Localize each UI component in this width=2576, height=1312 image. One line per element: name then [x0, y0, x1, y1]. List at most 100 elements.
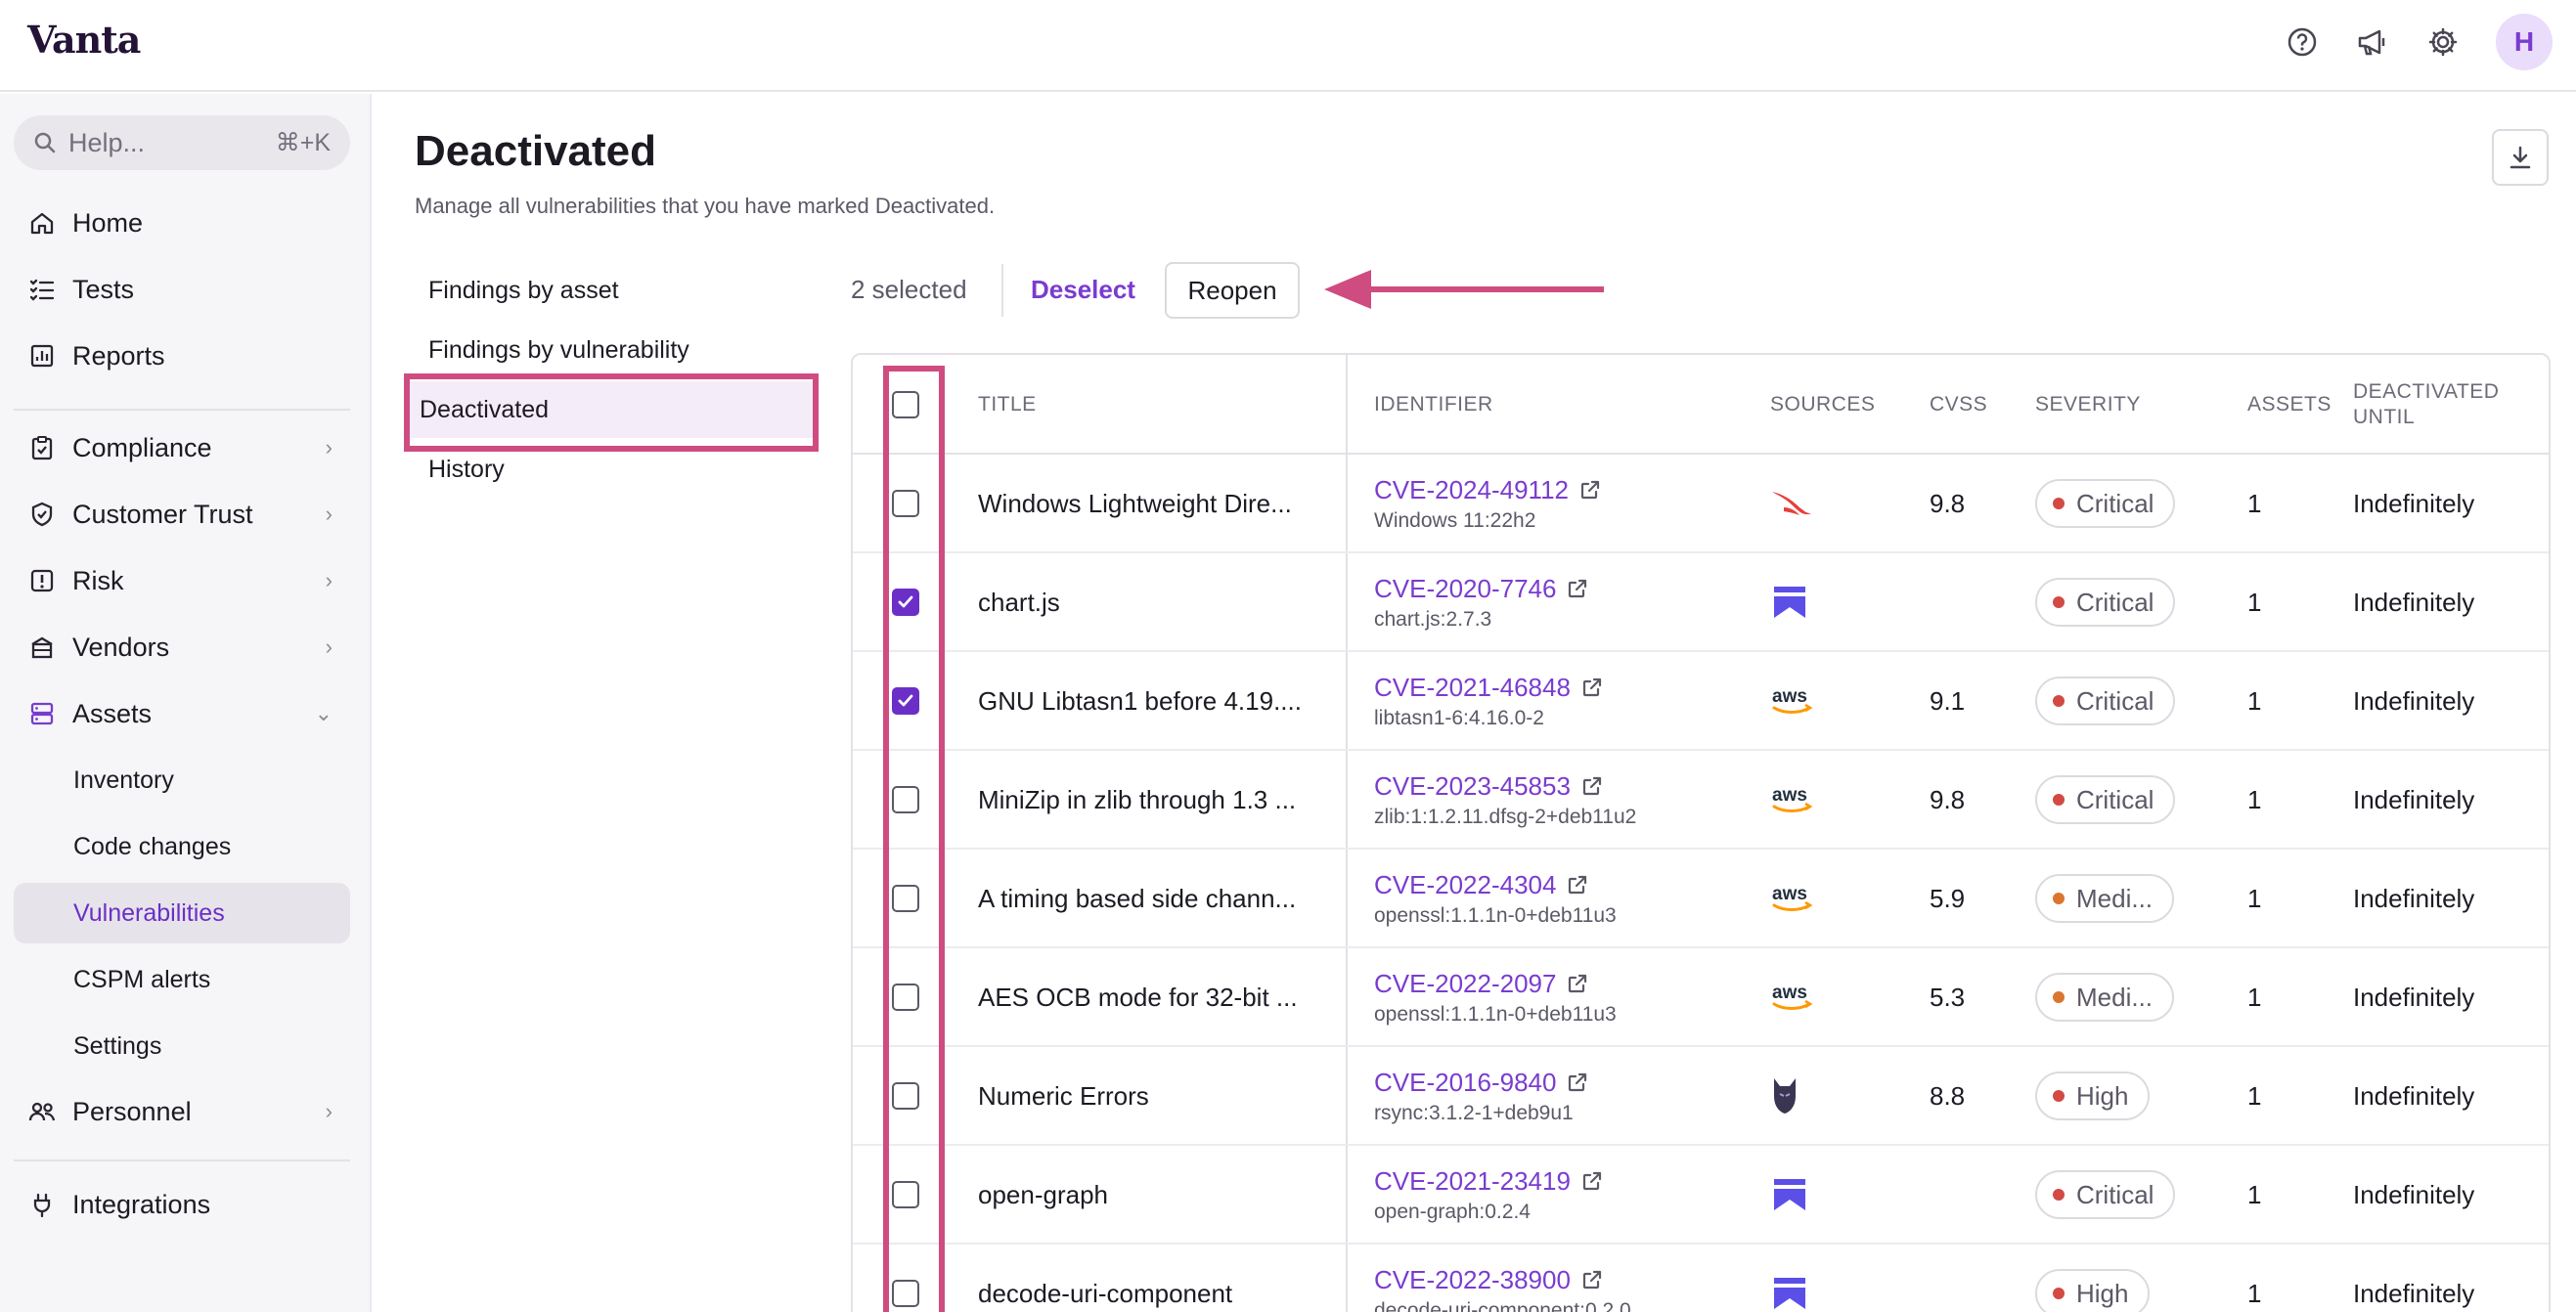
crowdstrike-icon	[1770, 455, 1813, 552]
row-title[interactable]: AES OCB mode for 32-bit ...	[978, 948, 1298, 1046]
row-cvss: 9.8	[1930, 488, 1966, 518]
row-assets: 1	[2247, 1278, 2262, 1308]
cve-link[interactable]: CVE-2023-45853	[1374, 771, 1604, 802]
cve-id: CVE-2022-4304	[1374, 869, 1557, 899]
row-title[interactable]: chart.js	[978, 553, 1060, 651]
row-identifier: CVE-2022-2097 openssl:1.1.1n-0+deb11u3	[1374, 948, 1617, 1046]
sidebar-item-personnel[interactable]: Personnel ›	[14, 1082, 350, 1141]
table-row[interactable]: Numeric Errors CVE-2016-9840 rsync:3.1.2-1…	[853, 1047, 2549, 1146]
row-severity: High	[2035, 1245, 2151, 1312]
row-title[interactable]: Windows Lightweight Dire...	[978, 455, 1292, 552]
table-header: TITLE IDENTIFIER SOURCES CVSS SEVERITY A…	[853, 355, 2549, 455]
header-identifier[interactable]: IDENTIFIER	[1374, 355, 1493, 455]
row-severity: Critical	[2035, 652, 2176, 750]
download-button[interactable]	[2492, 129, 2549, 186]
header-severity[interactable]: SEVERITY	[2035, 355, 2141, 455]
megaphone-icon[interactable]	[2355, 24, 2390, 60]
sidebar-item-risk[interactable]: Risk ›	[14, 551, 350, 610]
vanta-logo[interactable]: Vanta	[27, 18, 141, 62]
cve-id: CVE-2023-45853	[1374, 770, 1571, 801]
vulnerabilities-table: TITLE IDENTIFIER SOURCES CVSS SEVERITY A…	[851, 353, 2551, 1312]
top-icons: H	[2285, 14, 2553, 70]
sidebar-subitem-cspm-alerts[interactable]: CSPM alerts	[14, 949, 350, 1010]
cve-link[interactable]: CVE-2024-49112	[1374, 475, 1602, 505]
severity-dot	[2053, 1090, 2065, 1102]
deselect-button[interactable]: Deselect	[1031, 275, 1135, 305]
header-assets[interactable]: ASSETS	[2247, 355, 2332, 455]
cve-link[interactable]: CVE-2016-9840	[1374, 1068, 1589, 1098]
row-title[interactable]: GNU Libtasn1 before 4.19....	[978, 652, 1302, 750]
header-cvss[interactable]: CVSS	[1930, 355, 1987, 455]
search-input[interactable]: Help... ⌘+K	[14, 115, 350, 170]
table-row[interactable]: decode-uri-component CVE-2022-38900 decode…	[853, 1245, 2549, 1312]
chevron-right-icon: ›	[325, 1099, 333, 1123]
row-title[interactable]: open-graph	[978, 1146, 1108, 1244]
chevron-right-icon: ›	[325, 435, 333, 459]
external-link-icon	[1569, 579, 1587, 598]
row-title[interactable]: Numeric Errors	[978, 1047, 1149, 1145]
arrow-annotation-icon	[1324, 270, 1604, 309]
sidebar-item-tests[interactable]: Tests	[14, 260, 350, 319]
sidebar-item-customer-trust[interactable]: Customer Trust ›	[14, 485, 350, 544]
header-title[interactable]: TITLE	[978, 355, 1037, 455]
subnav-findings-by-asset[interactable]: Findings by asset	[415, 262, 816, 319]
table-row[interactable]: GNU Libtasn1 before 4.19.... CVE-2021-468…	[853, 652, 2549, 751]
shield-icon	[27, 500, 57, 529]
table-row[interactable]: A timing based side chann... CVE-2022-430…	[853, 850, 2549, 948]
row-assets: 1	[2247, 1179, 2262, 1209]
vanta-icon	[1770, 1245, 1809, 1312]
table-row[interactable]: Windows Lightweight Dire... CVE-2024-4911…	[853, 455, 2549, 553]
external-link-icon	[1569, 875, 1587, 895]
row-deactivated-until: Indefinitely	[2353, 982, 2475, 1012]
row-identifier: CVE-2021-23419 open-graph:0.2.4	[1374, 1146, 1604, 1244]
cve-link[interactable]: CVE-2022-4304	[1374, 870, 1589, 900]
row-deactivated-until: Indefinitely	[2353, 1278, 2475, 1308]
table-row[interactable]: chart.js CVE-2020-7746 chart.js:2.7.3 Criti…	[853, 553, 2549, 652]
header-sources[interactable]: SOURCES	[1770, 355, 1875, 455]
help-icon[interactable]	[2285, 24, 2320, 60]
subnav-findings-by-vulnerability[interactable]: Findings by vulnerability	[415, 322, 816, 378]
row-title[interactable]: decode-uri-component	[978, 1245, 1232, 1312]
checkbox-column-highlight-annotation	[883, 366, 945, 1312]
sidebar-item-compliance[interactable]: Compliance ›	[14, 418, 350, 477]
row-assets: 1	[2247, 883, 2262, 913]
severity-label: Medi...	[2076, 982, 2154, 1012]
sidebar-item-assets[interactable]: Assets ⌄	[14, 684, 350, 743]
header-deactivated-until[interactable]: DEACTIVATED UNTIL	[2353, 355, 2499, 455]
sidebar-item-home[interactable]: Home	[14, 194, 350, 252]
svg-text:aws: aws	[1772, 983, 1807, 1003]
cve-link[interactable]: CVE-2020-7746	[1374, 574, 1589, 604]
table-row[interactable]: open-graph CVE-2021-23419 open-graph:0.2.4…	[853, 1146, 2549, 1245]
row-identifier: CVE-2020-7746 chart.js:2.7.3	[1374, 553, 1589, 651]
cve-link[interactable]: CVE-2022-38900	[1374, 1265, 1604, 1295]
row-identifier: CVE-2024-49112 Windows 11:22h2	[1374, 455, 1602, 552]
table-row[interactable]: AES OCB mode for 32-bit ... CVE-2022-2097…	[853, 948, 2549, 1047]
sidebar-item-reports[interactable]: Reports	[14, 327, 350, 385]
package-version: rsync:3.1.2-1+deb9u1	[1374, 1101, 1574, 1124]
cve-link[interactable]: CVE-2021-46848	[1374, 673, 1604, 703]
sidebar-subitem-inventory[interactable]: Inventory	[14, 750, 350, 810]
search-placeholder: Help...	[68, 127, 146, 157]
reopen-button[interactable]: Reopen	[1165, 262, 1300, 319]
sidebar-subitem-settings[interactable]: Settings	[14, 1016, 350, 1076]
gear-icon[interactable]	[2425, 24, 2461, 60]
sidebar-subitem-code-changes[interactable]: Code changes	[14, 816, 350, 877]
sidebar-item-integrations[interactable]: Integrations	[14, 1175, 350, 1234]
row-assets: 1	[2247, 1080, 2262, 1111]
sidebar-item-vendors[interactable]: Vendors ›	[14, 618, 350, 677]
building-icon	[27, 633, 57, 662]
cve-link[interactable]: CVE-2022-2097	[1374, 969, 1589, 999]
row-title[interactable]: MiniZip in zlib through 1.3 ...	[978, 751, 1296, 849]
table-row[interactable]: MiniZip in zlib through 1.3 ... CVE-2023-…	[853, 751, 2549, 850]
cve-link[interactable]: CVE-2021-23419	[1374, 1166, 1604, 1197]
severity-label: Medi...	[2076, 883, 2154, 913]
sidebar-item-label: Home	[72, 207, 144, 238]
sidebar-item-label: Risk	[72, 565, 124, 595]
row-deactivated-until: Indefinitely	[2353, 1080, 2475, 1111]
row-title[interactable]: A timing based side chann...	[978, 850, 1296, 947]
row-identifier: CVE-2016-9840 rsync:3.1.2-1+deb9u1	[1374, 1047, 1589, 1145]
sidebar-subitem-vulnerabilities[interactable]: Vulnerabilities	[14, 883, 350, 943]
external-link-icon	[1582, 678, 1602, 697]
severity-label: High	[2076, 1080, 2129, 1111]
avatar[interactable]: H	[2496, 14, 2553, 70]
